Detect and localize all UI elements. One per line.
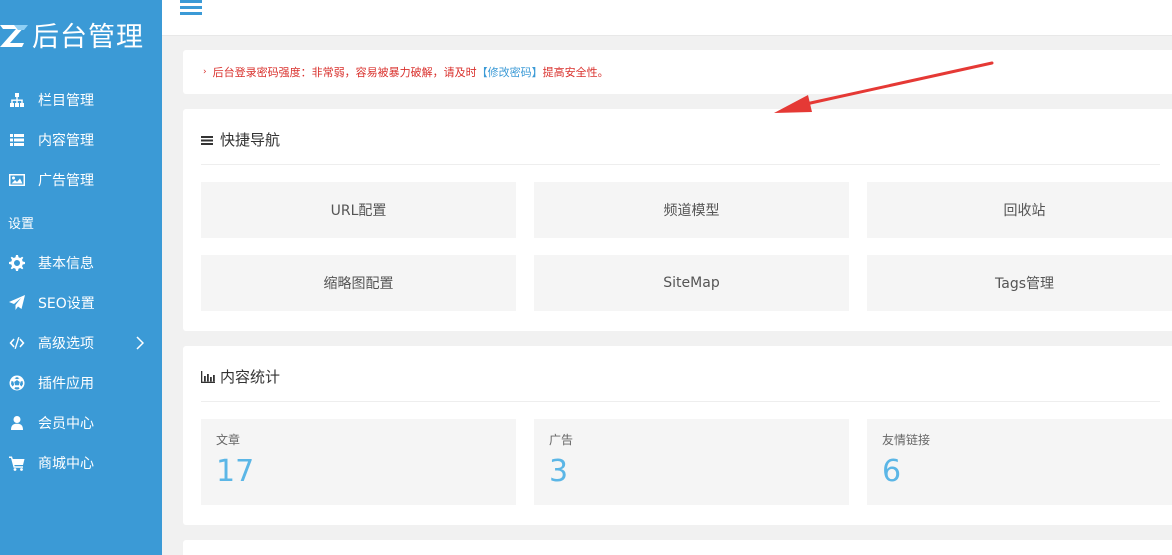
cart-icon [8,454,26,472]
sidebar-item-members[interactable]: 会员中心 [0,403,162,443]
logo[interactable]: 后台管理 [0,14,162,54]
quick-nav-title: 快捷导航 [220,131,281,149]
paper-plane-icon [8,294,26,312]
quick-nav-panel: 快捷导航 URL配置 频道模型 回收站 缩略图配置 SiteMap Tags管理 [183,109,1172,331]
stat-label: 友情链接 [882,433,931,447]
sidebar-item-label: 会员中心 [38,416,94,432]
sidebar-item-label: 商城中心 [38,456,94,472]
sidebar-item-label: SEO设置 [38,296,95,312]
sidebar: 后台管理 栏目管理 内容管理 广告管理 设置 基本信息 SEO设置 高级选项 插… [0,0,162,555]
stat-card-articles[interactable]: 文章 17 [201,419,516,505]
stats-title: 内容统计 [220,368,281,386]
bar-chart-icon [201,370,215,384]
quick-nav-header: 快捷导航 [201,109,1160,165]
password-warning-alert: › 后台登录密码强度：非常弱，容易被暴力破解，请及时 【修改密码】 提高安全性。 [183,50,1172,94]
sidebar-item-label: 广告管理 [38,173,94,189]
logo-icon [0,25,28,47]
quick-nav-tags[interactable]: Tags管理 [867,255,1172,311]
sidebar-item-shop[interactable]: 商城中心 [0,443,162,483]
stats-panel: 内容统计 文章 17 广告 3 友情链接 6 [183,346,1172,525]
stats-grid: 文章 17 广告 3 友情链接 6 [201,402,1172,525]
image-icon [8,171,26,189]
quick-nav-sitemap[interactable]: SiteMap [534,255,849,311]
quick-nav-channel-model[interactable]: 频道模型 [534,182,849,238]
soccer-ball-icon [8,374,26,392]
user-icon [8,414,26,432]
quick-nav-thumbnail-config[interactable]: 缩略图配置 [201,255,516,311]
change-password-link[interactable]: 【修改密码】 [477,64,543,80]
alert-text-after: 提高安全性。 [542,66,609,79]
sitemap-icon [8,91,26,109]
stat-value: 17 [216,454,255,489]
stat-value: 6 [882,454,902,489]
gear-icon [8,254,26,272]
stat-value: 3 [549,454,569,489]
sidebar-item-content[interactable]: 内容管理 [0,120,162,160]
sidebar-section-title: 设置 [8,217,35,232]
sidebar-item-ads[interactable]: 广告管理 [0,160,162,200]
sidebar-item-advanced[interactable]: 高级选项 [0,323,162,363]
menu-toggle-icon[interactable] [180,0,202,16]
sidebar-item-label: 栏目管理 [38,93,94,109]
quick-nav-grid: URL配置 频道模型 回收站 缩略图配置 SiteMap Tags管理 [201,165,1172,331]
sidebar-item-plugins[interactable]: 插件应用 [0,363,162,403]
logo-text: 后台管理 [32,21,144,53]
sidebar-item-label: 高级选项 [38,336,94,352]
main-content: › 后台登录密码强度：非常弱，容易被暴力破解，请及时 【修改密码】 提高安全性。… [183,50,1172,555]
alert-text: 后台登录密码强度：非常弱，容易被暴力破解，请及时 [212,66,477,79]
stat-card-ads[interactable]: 广告 3 [534,419,849,505]
quick-nav-url-config[interactable]: URL配置 [201,182,516,238]
quick-nav-recycle-bin[interactable]: 回收站 [867,182,1172,238]
chevron-right-icon [136,336,144,350]
sidebar-menu: 栏目管理 内容管理 广告管理 设置 基本信息 SEO设置 高级选项 插件应用 会… [0,80,162,483]
sidebar-item-seo[interactable]: SEO设置 [0,283,162,323]
stat-label: 广告 [549,433,574,447]
sidebar-item-label: 插件应用 [38,376,94,392]
stat-card-links[interactable]: 友情链接 6 [867,419,1172,505]
stats-header: 内容统计 [201,346,1160,402]
top-bar [162,0,1172,36]
next-panel [183,540,1172,555]
alert-bullet-icon: › [203,67,207,77]
sidebar-item-label: 基本信息 [38,256,94,272]
list-icon [8,131,26,149]
sidebar-item-columns[interactable]: 栏目管理 [0,80,162,120]
sidebar-item-label: 内容管理 [38,133,94,149]
bars-icon [201,133,215,147]
stat-label: 文章 [216,433,241,447]
sidebar-item-basic-info[interactable]: 基本信息 [0,243,162,283]
code-icon [8,334,26,352]
